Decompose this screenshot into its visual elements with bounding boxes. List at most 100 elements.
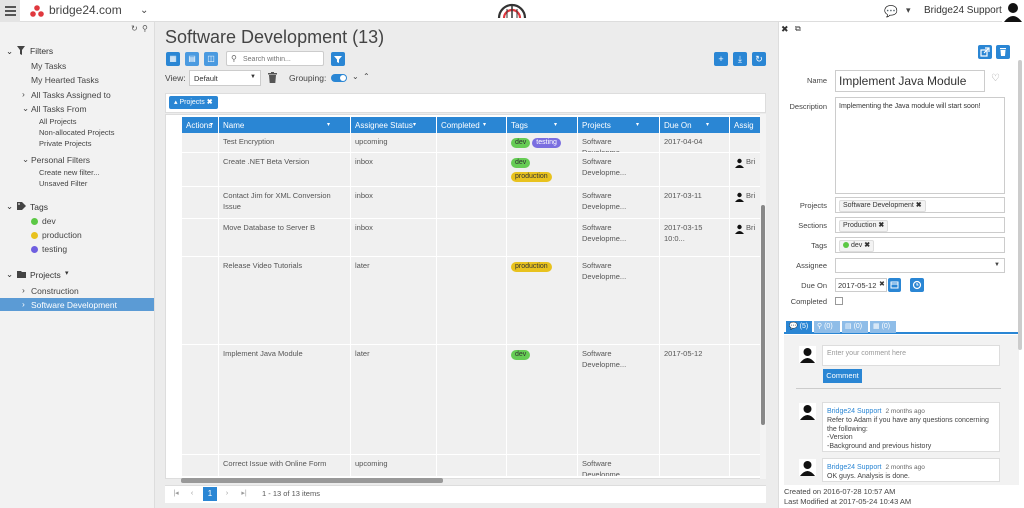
cell-tags[interactable]: dev: [507, 345, 578, 454]
table-row[interactable]: Test Encryption upcoming dev testing Softwar…: [182, 133, 765, 153]
tags-field[interactable]: dev ✖: [835, 237, 1005, 253]
tag-badge-production[interactable]: production: [511, 262, 552, 272]
column-completed[interactable]: Completed: [437, 117, 507, 134]
first-page-icon[interactable]: |◂: [170, 488, 182, 500]
chevron-down-icon[interactable]: ⌄: [22, 154, 29, 165]
cell-name[interactable]: Correct Issue with Online Form: [219, 455, 351, 476]
cell-actions[interactable]: [182, 187, 219, 218]
assignee-select[interactable]: ▼: [835, 258, 1005, 273]
comment-button[interactable]: Comment: [823, 369, 862, 383]
open-external-button[interactable]: [978, 45, 992, 59]
projects-heading[interactable]: Projects: [30, 270, 61, 280]
grouping-toggle[interactable]: [331, 74, 347, 82]
cell-name[interactable]: Test Encryption: [219, 133, 351, 152]
column-tags[interactable]: Tags: [507, 117, 578, 134]
tags-column-menu-icon[interactable]: ▾: [554, 121, 557, 128]
brand-name[interactable]: bridge24.com: [49, 3, 122, 17]
clear-date-icon[interactable]: ✖: [879, 280, 885, 288]
sections-field[interactable]: Production ✖: [835, 217, 1005, 233]
board-view-button[interactable]: ◫: [204, 52, 218, 66]
projects-field[interactable]: Software Development ✖: [835, 197, 1005, 213]
cell-project[interactable]: Software Developme...: [578, 153, 660, 186]
cell-assignee-status[interactable]: inbox: [351, 219, 437, 256]
view-select[interactable]: Default ▼: [189, 70, 261, 86]
projects-dropdown-icon[interactable]: ▾: [65, 269, 69, 277]
cell-assignee-status[interactable]: later: [351, 345, 437, 454]
cell-assignee-status[interactable]: later: [351, 257, 437, 344]
column-due-on[interactable]: Due On: [660, 117, 730, 134]
remove-project-icon[interactable]: ✖: [916, 202, 922, 209]
sidebar-item-personal-filters[interactable]: Personal Filters: [31, 155, 90, 165]
expand-all-chevron-icon[interactable]: ⌃: [363, 72, 370, 81]
user-menu-chevron-icon[interactable]: ▾: [906, 5, 911, 16]
tags-heading[interactable]: Tags: [30, 202, 48, 212]
cell-completed[interactable]: [437, 133, 507, 152]
projects-group-chip[interactable]: ▴ Projects ✖: [169, 96, 218, 109]
cell-due-on[interactable]: [660, 153, 730, 186]
cell-due-on[interactable]: [660, 455, 730, 476]
tag-badge-dev[interactable]: dev: [511, 350, 531, 360]
cell-tags[interactable]: production: [507, 257, 578, 344]
sidebar-item-my-hearted-tasks[interactable]: My Hearted Tasks: [31, 75, 99, 85]
cell-name[interactable]: Create .NET Beta Version: [219, 153, 351, 186]
table-row[interactable]: Move Database to Server B inbox Software D…: [182, 219, 765, 257]
cell-name[interactable]: Release Video Tutorials: [219, 257, 351, 344]
cell-name[interactable]: Implement Java Module: [219, 345, 351, 454]
hamburger-menu-icon[interactable]: [0, 0, 20, 22]
cell-project[interactable]: Software Developme...: [578, 187, 660, 218]
sidebar-tag-production[interactable]: production: [42, 230, 82, 240]
column-projects[interactable]: Projects: [578, 117, 660, 134]
table-row[interactable]: Create .NET Beta Version inbox dev producti…: [182, 153, 765, 187]
remove-chip-icon[interactable]: ✖: [207, 99, 213, 106]
cell-due-on[interactable]: 2017-03-15 10:0...: [660, 219, 730, 256]
cell-actions[interactable]: [182, 455, 219, 476]
user-name[interactable]: Bridge24 Support: [924, 5, 1002, 16]
chevron-right-icon[interactable]: ›: [22, 299, 25, 309]
panel-scrollbar[interactable]: [1018, 60, 1022, 350]
tag-badge-dev[interactable]: dev: [511, 158, 531, 168]
cell-tags[interactable]: dev production: [507, 153, 578, 186]
sidebar-tag-dev[interactable]: dev: [42, 216, 56, 226]
cell-name[interactable]: Move Database to Server B: [219, 219, 351, 256]
tag-badge-production[interactable]: production: [511, 172, 552, 182]
cell-tags[interactable]: [507, 455, 578, 476]
cell-completed[interactable]: [437, 257, 507, 344]
close-panel-icon[interactable]: ✖: [781, 24, 789, 35]
name-column-menu-icon[interactable]: ▾: [327, 121, 330, 128]
projects-chevron-icon[interactable]: ⌄: [6, 269, 13, 280]
table-row[interactable]: Correct Issue with Online Form upcoming So…: [182, 455, 765, 477]
sidebar-item-all-tasks-assigned-to[interactable]: All Tasks Assigned to: [31, 90, 111, 100]
actions-column-menu-icon[interactable]: ▾: [210, 121, 213, 128]
column-name[interactable]: Name: [219, 117, 351, 134]
sidebar-item-all-projects[interactable]: All Projects: [39, 117, 77, 126]
delete-task-button[interactable]: [996, 45, 1010, 59]
cell-due-on[interactable]: 2017-05-12: [660, 345, 730, 454]
comment-author[interactable]: Bridge24 Support: [827, 464, 881, 471]
trash-icon[interactable]: [268, 72, 277, 83]
refresh-sidebar-icon[interactable]: ↻: [131, 24, 138, 33]
filters-chevron-icon[interactable]: ⌄: [6, 46, 13, 57]
cell-completed[interactable]: [437, 345, 507, 454]
completed-checkbox[interactable]: [835, 297, 843, 305]
tag-badge-testing[interactable]: testing: [532, 138, 561, 148]
remove-tag-icon[interactable]: ✖: [864, 242, 870, 249]
cell-assignee-status[interactable]: inbox: [351, 153, 437, 186]
calendar-button[interactable]: [888, 278, 901, 292]
prev-page-icon[interactable]: ‹: [186, 488, 198, 500]
cell-completed[interactable]: [437, 187, 507, 218]
cell-actions[interactable]: [182, 219, 219, 256]
tab-attachments[interactable]: ⚲ (0): [814, 321, 840, 333]
comment-author[interactable]: Bridge24 Support: [827, 408, 881, 415]
add-task-button[interactable]: +: [714, 52, 728, 66]
projects-column-menu-icon[interactable]: ▾: [636, 121, 639, 128]
cell-project[interactable]: Software Developme...: [578, 257, 660, 344]
cell-assignee-status[interactable]: upcoming: [351, 133, 437, 152]
task-name-field[interactable]: Implement Java Module: [835, 70, 985, 92]
last-page-icon[interactable]: ▸|: [238, 488, 250, 500]
dueon-column-menu-icon[interactable]: ▾: [706, 121, 709, 128]
grid-horizontal-scrollbar[interactable]: [181, 478, 443, 483]
cell-completed[interactable]: [437, 153, 507, 186]
comment-input[interactable]: Enter your comment here: [822, 345, 1000, 366]
tab-comments[interactable]: 💬 (5): [786, 321, 812, 333]
tags-chevron-icon[interactable]: ⌄: [6, 201, 13, 212]
